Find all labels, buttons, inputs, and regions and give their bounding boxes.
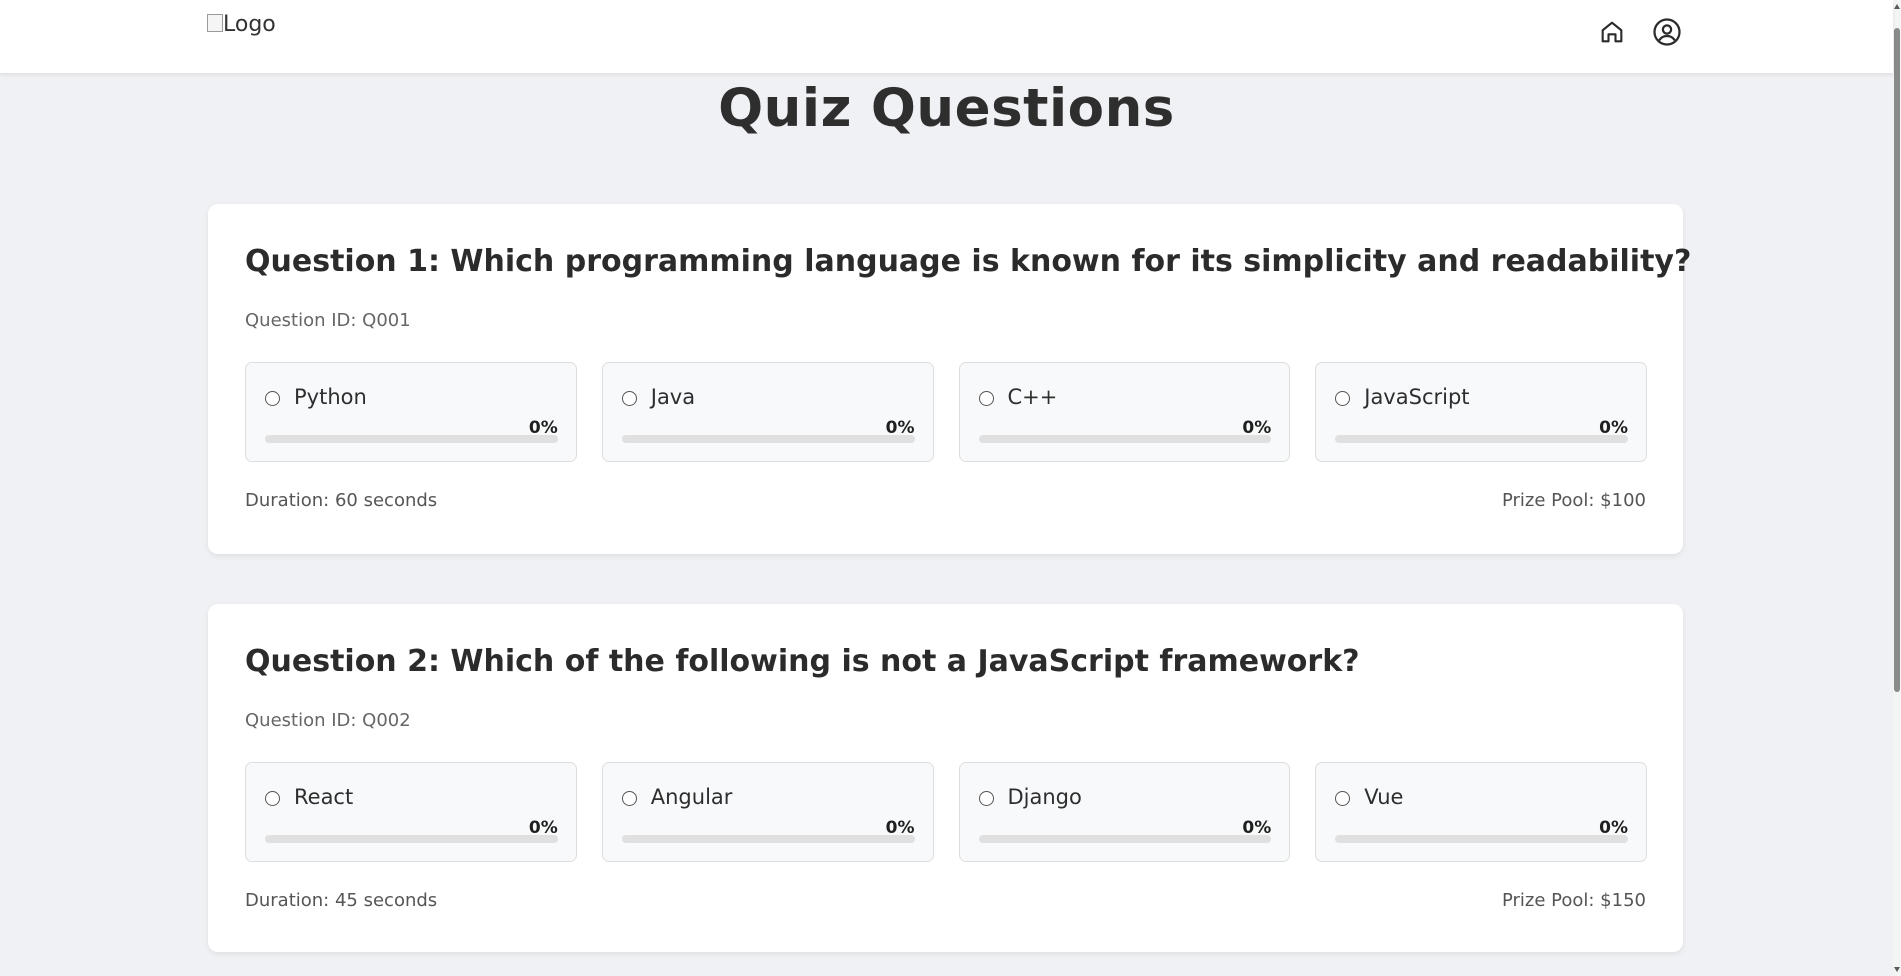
option-label: Python: [294, 385, 367, 409]
question-duration: Duration: 60 seconds: [245, 490, 438, 511]
answer-option[interactable]: Vue 0%: [1315, 762, 1647, 862]
option-label: Django: [1007, 785, 1082, 809]
scrollbar-thumb[interactable]: [1894, 28, 1900, 692]
progress-bar: [1335, 435, 1628, 443]
radio-button[interactable]: [978, 791, 994, 806]
progress-bar: [621, 835, 915, 843]
option-label: Vue: [1364, 785, 1404, 809]
radio-button[interactable]: [621, 391, 637, 406]
option-label: C++: [1007, 385, 1058, 409]
option-label: React: [294, 785, 354, 809]
progress-bar: [978, 835, 1272, 843]
question-id: Question ID: Q001: [245, 310, 411, 331]
vertical-scrollbar[interactable]: [1893, 0, 1901, 976]
broken-image-icon: [207, 13, 223, 32]
question-duration: Duration: 45 seconds: [245, 890, 438, 911]
answer-option[interactable]: C++ 0%: [958, 362, 1291, 462]
progress-bar: [265, 435, 558, 443]
radio-button[interactable]: [978, 391, 994, 406]
answer-option[interactable]: Python 0%: [245, 362, 577, 462]
answer-option[interactable]: JavaScript 0%: [1315, 362, 1647, 462]
progress-bar: [265, 835, 558, 843]
user-circle-icon: [1653, 18, 1681, 46]
option-label: JavaScript: [1364, 385, 1470, 409]
question-card: Question 2: Which of the following is no…: [208, 604, 1683, 952]
radio-button[interactable]: [265, 391, 280, 406]
answer-option[interactable]: Angular 0%: [601, 762, 934, 862]
radio-button[interactable]: [265, 791, 280, 806]
radio-button[interactable]: [1335, 791, 1351, 806]
home-button[interactable]: [1594, 14, 1630, 50]
scroll-up-arrow-icon[interactable]: [1894, 4, 1900, 9]
radio-button[interactable]: [1335, 391, 1351, 406]
question-card: Question 1: Which programming language i…: [208, 204, 1691, 554]
option-label: Java: [650, 385, 696, 409]
progress-bar: [1335, 835, 1628, 843]
profile-button[interactable]: [1649, 14, 1685, 50]
question-title: Question 2: Which of the following is no…: [245, 644, 1360, 679]
progress-bar: [978, 435, 1272, 443]
prize-pool: Prize Pool: $150: [1501, 890, 1646, 911]
answer-options: Python 0% Java 0% C++ 0% JavaScript 0%: [245, 362, 1647, 462]
answer-option[interactable]: Java 0%: [601, 362, 934, 462]
answer-options: React 0% Angular 0% Django 0% Vue 0%: [245, 762, 1647, 862]
scroll-down-arrow-icon[interactable]: [1894, 967, 1900, 972]
option-label: Angular: [650, 785, 733, 809]
question-title: Question 1: Which programming language i…: [245, 244, 1692, 279]
page-title: Quiz Questions: [718, 78, 1175, 139]
top-navbar: Logo: [0, 0, 1893, 73]
answer-option[interactable]: Django 0%: [958, 762, 1291, 862]
answer-option[interactable]: React 0%: [245, 762, 577, 862]
home-icon: [1601, 21, 1623, 43]
logo-alt-text: Logo: [223, 12, 276, 37]
logo[interactable]: Logo: [207, 12, 276, 37]
progress-bar: [621, 435, 915, 443]
question-id: Question ID: Q002: [245, 710, 411, 731]
prize-pool: Prize Pool: $100: [1501, 490, 1646, 511]
radio-button[interactable]: [621, 791, 637, 806]
